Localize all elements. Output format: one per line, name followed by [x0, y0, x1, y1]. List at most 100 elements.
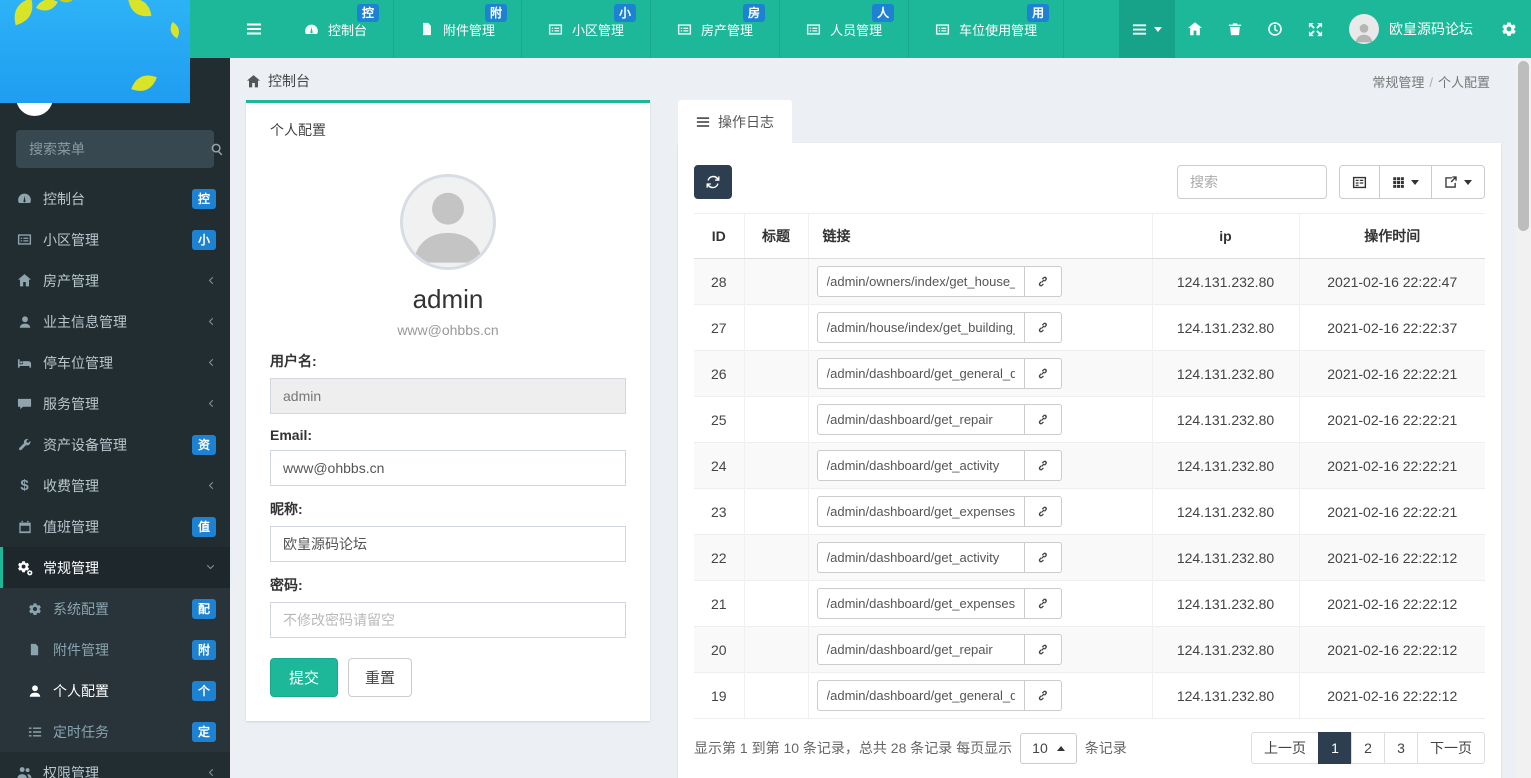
- content-header: 控制台 常规管理 / 个人配置: [230, 58, 1516, 100]
- prev-page-button[interactable]: 上一页: [1251, 732, 1319, 764]
- open-link-button[interactable]: [1023, 634, 1062, 665]
- topnav-item-property[interactable]: 房产管理 房: [651, 0, 781, 58]
- page-button-2[interactable]: 2: [1351, 732, 1385, 764]
- col-id[interactable]: ID: [694, 213, 744, 259]
- page-button-3[interactable]: 3: [1384, 732, 1418, 764]
- menu-dropdown-button[interactable]: [1119, 0, 1175, 58]
- page-size-select[interactable]: 10: [1020, 732, 1077, 764]
- menu-badge: 附: [191, 639, 216, 660]
- col-time[interactable]: 操作时间: [1298, 213, 1485, 259]
- submit-button[interactable]: 提交: [270, 658, 339, 697]
- nav-badge: 小: [614, 4, 637, 22]
- table-row: 27 124.131.232.80 2021-02-16 22:22:37: [694, 304, 1485, 351]
- scrollbar-thumb[interactable]: [1518, 61, 1529, 231]
- log-link-input[interactable]: [816, 450, 1025, 481]
- sidebar-item-duty[interactable]: 值班管理 值: [0, 506, 230, 547]
- log-link-input[interactable]: [816, 588, 1025, 619]
- breadcrumb-section[interactable]: 常规管理: [1372, 75, 1424, 90]
- refresh-button[interactable]: [694, 165, 732, 199]
- reset-button[interactable]: 重置: [348, 658, 413, 697]
- sidebar: 控制台 控 小区管理 小 房产管理 业主信息管理 停车位管理 服务管理: [0, 0, 230, 778]
- open-link-button[interactable]: [1023, 266, 1062, 297]
- tab-operation-log[interactable]: 操作日志: [678, 100, 792, 143]
- open-link-button[interactable]: [1023, 496, 1062, 527]
- table-search-input[interactable]: [1177, 165, 1327, 199]
- password-field[interactable]: [270, 602, 626, 638]
- topnav-item-community[interactable]: 小区管理 小: [522, 0, 652, 58]
- open-link-button[interactable]: [1023, 542, 1062, 573]
- table-row: 25 124.131.232.80 2021-02-16 22:22:21: [694, 396, 1485, 443]
- sidebar-item-system-config[interactable]: 系统配置 配: [0, 588, 230, 629]
- pagination: 上一页 1 2 3 下一页: [1251, 732, 1485, 764]
- parking-bed-icon: [16, 355, 33, 370]
- list-icon: [696, 115, 710, 129]
- sidebar-item-assets[interactable]: 资产设备管理 资: [0, 424, 230, 465]
- chevron-down-icon: [205, 562, 216, 573]
- sidebar-menu: 控制台 控 小区管理 小 房产管理 业主信息管理 停车位管理 服务管理 资产设备…: [0, 178, 230, 778]
- sidebar-toggle-button[interactable]: [230, 0, 278, 58]
- sidebar-item-property[interactable]: 房产管理: [0, 260, 230, 301]
- sidebar-item-profile[interactable]: 个人配置 个: [0, 670, 230, 711]
- username-field[interactable]: [270, 378, 626, 414]
- topnav-item-parking-usage[interactable]: 车位使用管理 用: [909, 0, 1065, 58]
- open-link-button[interactable]: [1023, 680, 1062, 711]
- sidebar-item-community[interactable]: 小区管理 小: [0, 219, 230, 260]
- fullscreen-button[interactable]: [1295, 0, 1335, 58]
- sidebar-item-general[interactable]: 常规管理: [0, 547, 230, 588]
- sidebar-item-cron[interactable]: 定时任务 定: [0, 711, 230, 752]
- table-toolbar-buttons: [1339, 165, 1485, 199]
- page-button-1[interactable]: 1: [1318, 732, 1352, 764]
- open-link-button[interactable]: [1023, 358, 1062, 389]
- log-link-input[interactable]: [816, 680, 1025, 711]
- log-link-input[interactable]: [816, 496, 1025, 527]
- open-link-button[interactable]: [1023, 312, 1062, 343]
- settings-button[interactable]: [1487, 0, 1531, 58]
- columns-button[interactable]: [1380, 165, 1432, 199]
- log-link-input[interactable]: [816, 404, 1025, 435]
- topnav-item-attachments[interactable]: 附件管理 附: [394, 0, 523, 58]
- export-button[interactable]: [1432, 165, 1485, 199]
- log-link-input[interactable]: [816, 312, 1025, 343]
- nickname-field[interactable]: [270, 526, 626, 562]
- log-link-input[interactable]: [816, 542, 1025, 573]
- toggle-view-button[interactable]: [1339, 165, 1380, 199]
- user-menu[interactable]: 欧皇源码论坛: [1335, 0, 1487, 58]
- nickname-group: 昵称:: [270, 499, 626, 562]
- open-link-button[interactable]: [1023, 450, 1062, 481]
- log-link-input[interactable]: [816, 634, 1025, 665]
- sidebar-item-permissions[interactable]: 权限管理: [0, 752, 230, 778]
- user-name: 欧皇源码论坛: [1389, 21, 1473, 37]
- sidebar-search: [16, 130, 223, 168]
- sidebar-item-owner-info[interactable]: 业主信息管理: [0, 301, 230, 342]
- open-link-button[interactable]: [1023, 404, 1062, 435]
- topnav-item-dashboard[interactable]: 控制台 控: [278, 0, 395, 58]
- refresh-icon: [706, 175, 720, 189]
- log-link-input[interactable]: [816, 358, 1025, 389]
- sidebar-item-service[interactable]: 服务管理: [0, 383, 230, 424]
- log-section: 操作日志 搜索 ID 标题 链接 ip 操作时间 28 /admin/owner…: [678, 100, 1501, 778]
- sidebar-item-attachments[interactable]: 附件管理 附: [0, 629, 230, 670]
- chevron-left-icon: [205, 357, 216, 368]
- chevron-left-icon: [205, 767, 216, 778]
- grid-icon: [1392, 176, 1405, 189]
- history-button[interactable]: [1255, 0, 1295, 58]
- nickname-label: 昵称:: [270, 501, 303, 517]
- sidebar-item-dashboard[interactable]: 控制台 控: [0, 178, 230, 219]
- sidebar-item-parking[interactable]: 停车位管理: [0, 342, 230, 383]
- col-ip[interactable]: ip: [1151, 213, 1299, 259]
- col-title[interactable]: 标题: [743, 213, 808, 259]
- log-link-input[interactable]: [816, 266, 1025, 297]
- open-link-button[interactable]: [1023, 588, 1062, 619]
- sidebar-search-input[interactable]: [29, 141, 210, 157]
- col-link[interactable]: 链接: [807, 213, 1152, 259]
- app-logo[interactable]: [0, 0, 190, 103]
- topnav-item-personnel[interactable]: 人员管理 人: [780, 0, 910, 58]
- table-row: 28 124.131.232.80 2021-02-16 22:22:47: [694, 258, 1485, 305]
- home-button[interactable]: [1175, 0, 1215, 58]
- email-field[interactable]: [270, 450, 626, 486]
- table-row: 22 124.131.232.80 2021-02-16 22:22:12: [694, 534, 1485, 581]
- trash-button[interactable]: [1215, 0, 1255, 58]
- sidebar-item-fees[interactable]: $ 收费管理: [0, 465, 230, 506]
- next-page-button[interactable]: 下一页: [1417, 732, 1485, 764]
- content-area: 控制台 常规管理 / 个人配置 个人配置 admin www@ohbbs.cn 用户…: [230, 58, 1516, 778]
